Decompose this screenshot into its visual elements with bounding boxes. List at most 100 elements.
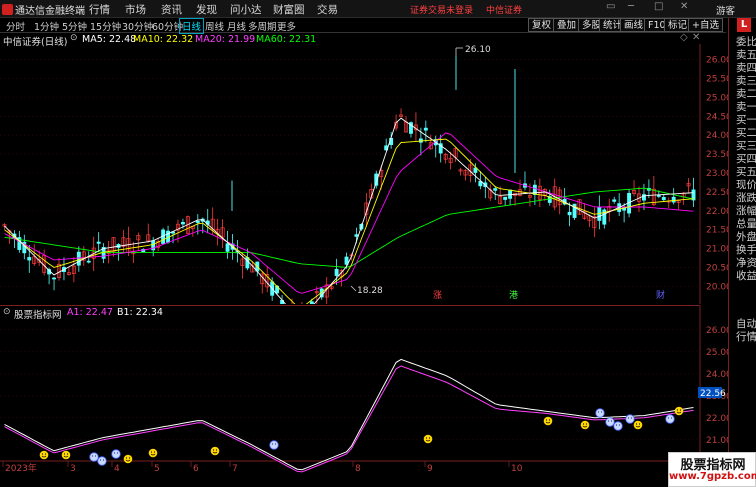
menu-wealth[interactable]: 财富圈 [273, 2, 305, 17]
quote-label-6[interactable]: 买一 [736, 114, 756, 127]
candle-body-45 [225, 243, 230, 252]
add-watchlist-button[interactable]: +自选 [688, 18, 723, 32]
smile-eye-l-5 [425, 437, 428, 439]
watermark: 股票指标网 www.7gpzb.com [668, 452, 756, 487]
tab-intraday[interactable]: 分时 [4, 19, 27, 33]
quote-label-0[interactable]: 委比 [736, 36, 756, 49]
watermark-url: www.7gpzb.com [669, 471, 756, 482]
restore-icon[interactable]: ▭ [606, 1, 615, 12]
bear-icon-6 [613, 421, 623, 431]
candle-body-49 [245, 257, 250, 269]
menu-wenxiaoda[interactable]: 问小达 [230, 2, 262, 17]
smile-eye-l-4 [212, 449, 215, 451]
close-icon[interactable]: ✕ [680, 1, 688, 12]
smile-icon-0 [39, 450, 49, 460]
smile-icon-3 [148, 448, 158, 458]
app-logo-icon [2, 4, 13, 15]
draw-button[interactable]: 画线 [620, 18, 648, 32]
tab-more[interactable]: 更多 [275, 19, 298, 33]
menu-trade[interactable]: 交易 [317, 2, 338, 17]
marker-gang[interactable]: 港 [509, 289, 518, 301]
smile-eye-l-0 [41, 453, 44, 455]
candlestick-chart[interactable]: 26.0025.5025.0024.5024.0023.5023.0022.50… [0, 44, 735, 304]
quote-label-4[interactable]: 卖二 [736, 88, 756, 101]
bear-eye-l-1 [99, 459, 102, 461]
auto-label-0[interactable]: 自动 [736, 318, 756, 331]
main-grid [0, 44, 701, 304]
quote-label-16[interactable]: 换手 [736, 244, 756, 257]
bear-icon-3 [269, 440, 279, 450]
tab-5min[interactable]: 5分钟 [60, 19, 89, 33]
guest-label[interactable]: 游客 [716, 3, 735, 17]
candle-body-19 [96, 241, 101, 244]
menu-news[interactable]: 资讯 [161, 2, 182, 17]
quote-label-18[interactable]: 收益 [736, 270, 756, 283]
broker-link[interactable]: 中信证券 [486, 3, 522, 16]
tab-multiperiod[interactable]: 多周期 [246, 19, 279, 33]
smile-icon-2 [123, 454, 133, 464]
smile-eye-l-8 [635, 423, 638, 425]
login-promo-link[interactable]: 证券交易未登录 [410, 3, 473, 16]
smile-eye-r-0 [44, 453, 47, 455]
auto-labels: 自动 行情 [736, 318, 756, 344]
period-toolbar: 分时 1分钟 5分钟 15分钟 30分钟 60分钟 日线 周线 月线 多周期 更… [0, 18, 726, 34]
quote-label-7[interactable]: 买二 [736, 127, 756, 140]
diamond-icon[interactable]: ◇ [680, 32, 688, 43]
time-label-3: 5 [154, 464, 160, 473]
quote-label-5[interactable]: 卖一 [736, 101, 756, 114]
quote-label-9[interactable]: 买四 [736, 153, 756, 166]
candle-body-99 [493, 188, 498, 191]
tab-weekly[interactable]: 周线 [203, 19, 226, 33]
smile-eye-r-9 [679, 409, 682, 411]
bear-eye-r-1 [102, 459, 105, 461]
tab-monthly[interactable]: 月线 [225, 19, 248, 33]
candle-body-123 [612, 199, 617, 202]
marker-zhang[interactable]: 涨 [433, 290, 442, 301]
menu-discover[interactable]: 发现 [196, 2, 217, 17]
smile-eye-r-1 [66, 453, 69, 455]
smile-eye-r-4 [215, 449, 218, 451]
time-label-5: 7 [232, 464, 238, 473]
auto-label-1[interactable]: 行情 [736, 331, 756, 344]
bear-eye-r-3 [274, 443, 277, 445]
indicator-chart[interactable]: 26.0025.0024.0023.0022.0021.00 2023年3456… [0, 305, 735, 473]
quote-label-14[interactable]: 总量 [736, 218, 756, 231]
tab-1min[interactable]: 1分钟 [32, 19, 61, 33]
quote-label-12[interactable]: 涨跌 [736, 192, 756, 205]
line-b1 [4, 365, 694, 473]
quote-label-2[interactable]: 卖四 [736, 62, 756, 75]
quote-label-8[interactable]: 买三 [736, 140, 756, 153]
marker-cai[interactable]: 财 [656, 289, 665, 301]
smile-eye-r-8 [638, 423, 641, 425]
low-price-label: 18.28 [357, 286, 383, 296]
bear-eye-r-4 [600, 411, 603, 413]
quote-label-3[interactable]: 卖三 [736, 75, 756, 88]
adjust-button[interactable]: 复权 [528, 18, 556, 32]
tab-daily[interactable]: 日线 [179, 18, 205, 34]
overlay-button[interactable]: 叠加 [553, 18, 581, 32]
time-label-0: 2023年 [5, 462, 37, 473]
minimize-icon[interactable]: ─ [628, 1, 634, 12]
smile-eye-r-7 [585, 423, 588, 425]
time-label-1: 3 [70, 464, 76, 473]
close-chart-icon[interactable]: ✕ [692, 32, 700, 43]
smile-eye-r-3 [153, 451, 156, 453]
bear-eye-r-2 [116, 452, 119, 454]
quote-label-11[interactable]: 现价 [736, 179, 756, 192]
candle-body-39 [195, 220, 200, 223]
quote-label-10[interactable]: 买五 [736, 166, 756, 179]
tab-15min[interactable]: 15分钟 [88, 19, 123, 33]
bear-eye-r-5 [610, 420, 613, 422]
menu-market[interactable]: 市场 [125, 2, 146, 17]
quote-label-15[interactable]: 外盘 [736, 231, 756, 244]
maximize-icon[interactable]: □ [654, 1, 663, 12]
quote-label-1[interactable]: 卖五 [736, 49, 756, 62]
menu-quotes[interactable]: 行情 [89, 2, 110, 17]
indicator-lines [4, 358, 694, 473]
bear-eye-l-8 [667, 417, 670, 419]
mark-button[interactable]: 标记 [664, 18, 692, 32]
settings-icon[interactable]: ⊙ [70, 33, 78, 43]
quote-label-17[interactable]: 净资 [736, 257, 756, 270]
quote-label-13[interactable]: 涨幅 [736, 205, 756, 218]
low-marker [350, 285, 357, 292]
